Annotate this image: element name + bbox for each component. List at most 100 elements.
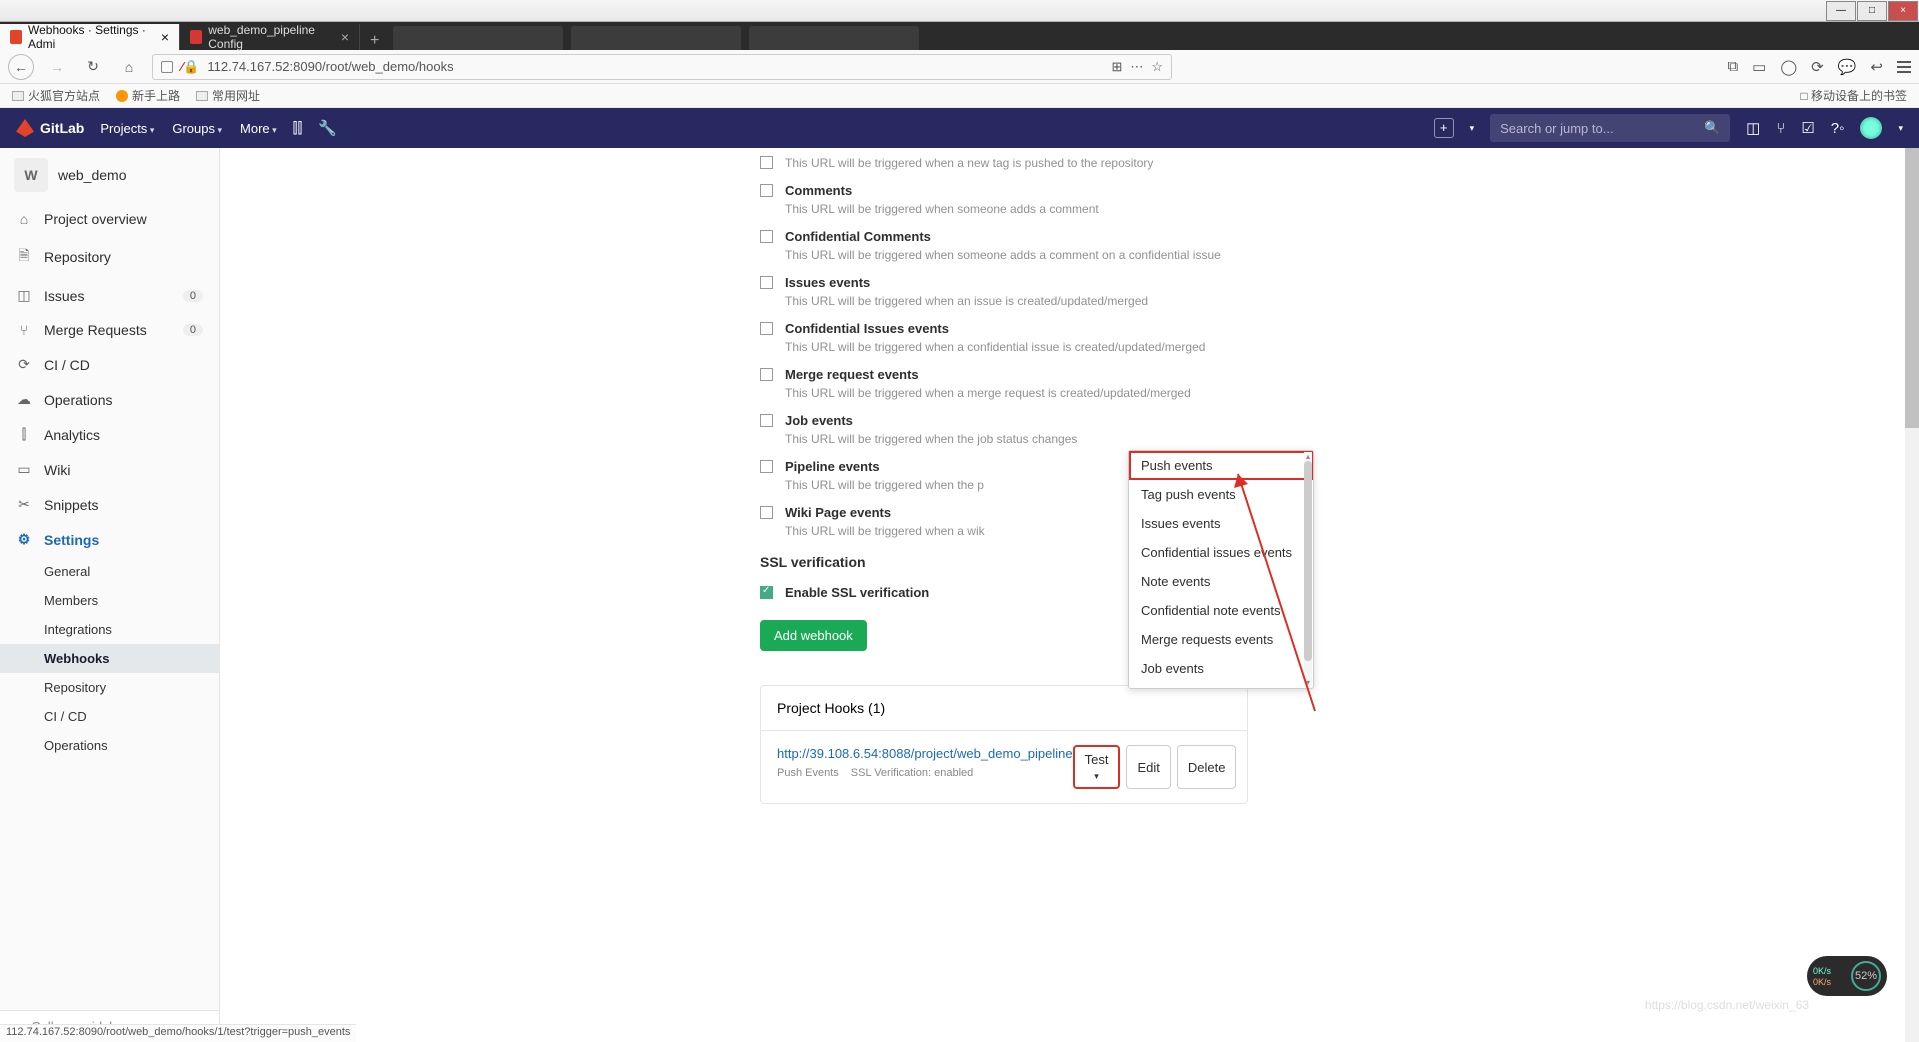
sidebar-sub-general[interactable]: General — [0, 557, 219, 586]
help-icon[interactable]: ?◦ — [1831, 120, 1845, 137]
dropdown-scrollbar[interactable]: ▴ ▾ — [1304, 452, 1312, 687]
caret-down-icon: ▾ — [1094, 771, 1099, 781]
checkbox[interactable] — [760, 414, 773, 427]
back-button[interactable]: ← — [8, 54, 34, 80]
issues-shortcut-icon[interactable]: ◫ — [1746, 119, 1760, 137]
bookmark-item[interactable]: 常用网址 — [196, 87, 260, 104]
browser-toolbar: ← → ↻ ⌂ ⁄🔒 112.74.167.52:8090/root/web_d… — [0, 50, 1919, 84]
jenkins-favicon-icon — [190, 30, 202, 44]
dropdown-item[interactable]: Issues events — [1129, 509, 1313, 538]
window-maximize[interactable]: □ — [1857, 1, 1887, 21]
checkbox-checked[interactable] — [760, 586, 773, 599]
user-caret-icon[interactable]: ▾ — [1898, 123, 1903, 134]
qr-icon[interactable]: ⊞ — [1111, 59, 1122, 75]
sidebar-item-operations[interactable]: ☁Operations — [0, 382, 219, 417]
close-tab-icon[interactable]: × — [161, 29, 169, 45]
browser-tab[interactable]: web_demo_pipeline Config × — [180, 24, 360, 50]
checkbox[interactable] — [760, 276, 773, 289]
user-avatar[interactable] — [1860, 117, 1882, 139]
trigger-confidential-comments: Confidential CommentsThis URL will be tr… — [760, 222, 1440, 268]
sidebar-sub-repository[interactable]: Repository — [0, 673, 219, 702]
reload-button[interactable]: ↻ — [80, 54, 106, 80]
sidebar-item-overview[interactable]: ⌂Project overview — [0, 202, 219, 236]
checkbox[interactable] — [760, 368, 773, 381]
sidebar-sub-webhooks[interactable]: Webhooks — [0, 644, 219, 673]
add-webhook-button[interactable]: Add webhook — [760, 620, 867, 651]
dropdown-item[interactable]: Confidential note events — [1129, 596, 1313, 625]
gear-icon: ⚙ — [16, 531, 32, 548]
dropdown-item[interactable]: Note events — [1129, 567, 1313, 596]
test-dropdown-button[interactable]: Test ▾ — [1073, 745, 1121, 789]
activity-icon[interactable]: ⫿⫿ — [293, 120, 303, 137]
book-icon: ▭ — [16, 461, 32, 478]
browser-tab-active[interactable]: Webhooks · Settings · Admi × — [0, 24, 180, 50]
trigger-confidential-issues: Confidential Issues eventsThis URL will … — [760, 314, 1440, 360]
gitlab-logo[interactable]: GitLab — [16, 119, 84, 137]
edit-button[interactable]: Edit — [1126, 745, 1170, 789]
bookmark-item[interactable]: 新手上路 — [116, 87, 180, 104]
new-tab-button[interactable]: + — [360, 32, 389, 50]
sidebar-sub-members[interactable]: Members — [0, 586, 219, 615]
home-button[interactable]: ⌂ — [116, 54, 142, 80]
library-icon[interactable]: ⧉ — [1727, 58, 1738, 75]
sidebar-sub-integrations[interactable]: Integrations — [0, 615, 219, 644]
account-icon[interactable]: ◯ — [1780, 58, 1797, 76]
project-header[interactable]: W web_demo — [0, 148, 219, 202]
caret-down-icon[interactable]: ▾ — [1470, 123, 1475, 134]
dropdown-item[interactable]: Job events — [1129, 654, 1313, 683]
sidebar-item-cicd[interactable]: ⟳CI / CD — [0, 347, 219, 382]
address-bar[interactable]: ⁄🔒 112.74.167.52:8090/root/web_demo/hook… — [152, 54, 1172, 80]
checkbox[interactable] — [760, 322, 773, 335]
nav-groups[interactable]: Groups — [172, 121, 222, 136]
merge-requests-icon[interactable]: ⑂ — [1776, 120, 1785, 137]
dropdown-item[interactable]: Merge requests events — [1129, 625, 1313, 654]
hook-url-link[interactable]: http://39.108.6.54:8088/project/web_demo… — [777, 746, 1073, 761]
wrench-icon[interactable]: 🔧 — [318, 119, 337, 137]
sidebar-item-wiki[interactable]: ▭Wiki — [0, 452, 219, 487]
sidebar-item-repository[interactable]: 🗎Repository — [0, 236, 219, 278]
dropdown-item[interactable]: Confidential issues events — [1129, 538, 1313, 567]
network-monitor-fab[interactable]: 0K/s 0K/s 52% — [1807, 956, 1887, 996]
sync-icon[interactable]: ⟳ — [1811, 58, 1824, 76]
checkbox[interactable] — [760, 460, 773, 473]
forward-button[interactable]: → — [44, 54, 70, 80]
dropdown-item[interactable]: Pipeline events — [1129, 683, 1313, 688]
page-scrollbar[interactable] — [1905, 148, 1919, 1042]
global-search[interactable]: Search or jump to... 🔍 — [1490, 114, 1730, 142]
sidebar-item-merge-requests[interactable]: ⑂Merge Requests0 — [0, 313, 219, 347]
window-minimize[interactable]: — — [1826, 1, 1856, 21]
merge-icon: ⑂ — [16, 322, 32, 338]
trigger-wiki: Wiki Page eventsThis URL will be trigger… — [760, 498, 1440, 544]
sidebar-item-analytics[interactable]: ⫿Analytics — [0, 417, 219, 452]
bookmark-star-icon[interactable]: ☆ — [1151, 59, 1163, 75]
ssl-verification-heading: SSL verification — [760, 554, 1440, 570]
search-placeholder: Search or jump to... — [1500, 121, 1613, 136]
chat-icon[interactable]: 💬 — [1838, 58, 1857, 76]
close-tab-icon[interactable]: × — [341, 29, 349, 45]
nav-more[interactable]: More — [240, 121, 277, 136]
sidebar-item-settings[interactable]: ⚙Settings — [0, 522, 219, 557]
new-dropdown[interactable]: + — [1434, 118, 1454, 138]
checkbox[interactable] — [760, 230, 773, 243]
checkbox[interactable] — [760, 156, 773, 169]
os-titlebar: — □ × — [0, 0, 1919, 22]
todos-icon[interactable]: ☑ — [1801, 119, 1814, 137]
nav-projects[interactable]: Projects — [100, 121, 154, 136]
page-actions-icon[interactable]: ⋯ — [1130, 59, 1143, 75]
bookmark-item[interactable]: 火狐官方站点 — [12, 87, 100, 104]
checkbox[interactable] — [760, 506, 773, 519]
checkbox[interactable] — [760, 184, 773, 197]
hamburger-menu-icon[interactable] — [1897, 61, 1911, 73]
reader-icon[interactable]: ▭ — [1752, 58, 1766, 76]
cloud-icon: ☁ — [16, 391, 32, 408]
dropdown-item[interactable]: Tag push events — [1129, 480, 1313, 509]
dropdown-item-push-events[interactable]: Push events — [1129, 451, 1313, 480]
sidebar-item-snippets[interactable]: ✂Snippets — [0, 487, 219, 522]
sidebar-sub-operations[interactable]: Operations — [0, 731, 219, 760]
share-icon[interactable]: ↩ — [1870, 58, 1883, 76]
window-close[interactable]: × — [1888, 1, 1918, 21]
sidebar-sub-cicd[interactable]: CI / CD — [0, 702, 219, 731]
delete-button[interactable]: Delete — [1177, 745, 1237, 789]
sidebar-item-issues[interactable]: ◫Issues0 — [0, 278, 219, 313]
mobile-bookmarks[interactable]: □ 移动设备上的书签 — [1800, 87, 1907, 104]
